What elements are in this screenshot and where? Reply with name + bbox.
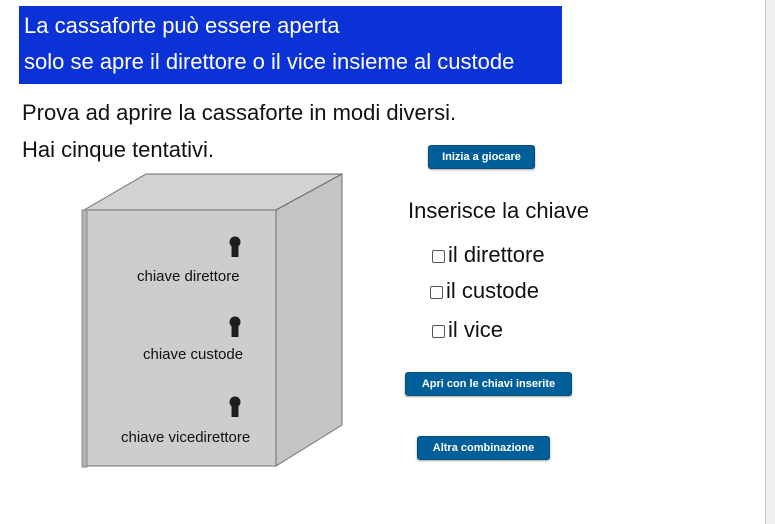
option-custode[interactable]: il custode [430, 278, 539, 304]
checkbox-custode[interactable] [430, 285, 443, 299]
insert-key-heading: Inserisce la chiave [408, 198, 589, 223]
vertical-scrollbar[interactable] [765, 0, 775, 524]
option-direttore[interactable]: il direttore [432, 242, 545, 268]
safe-door [83, 209, 277, 467]
keyhole-label-direttore: chiave direttore [137, 268, 240, 285]
keyhole-label-custode: chiave custode [143, 346, 244, 363]
open-with-keys-button[interactable]: Apri con le chiavi inserite [405, 372, 572, 396]
option-label-vice: il vice [448, 317, 504, 342]
option-label-direttore: il direttore [448, 242, 545, 267]
option-vice[interactable]: il vice [432, 317, 503, 343]
checkbox-vice[interactable] [432, 324, 445, 338]
keyhole-label-vicedirettore: chiave vicedirettore [121, 429, 251, 446]
safe-side-face [275, 173, 343, 467]
checkbox-direttore[interactable] [432, 249, 445, 263]
option-label-custode: il custode [446, 278, 539, 303]
other-combination-button[interactable]: Altra combinazione [417, 436, 550, 460]
safe-hinge [81, 209, 88, 468]
safe-illustration [81, 173, 343, 468]
